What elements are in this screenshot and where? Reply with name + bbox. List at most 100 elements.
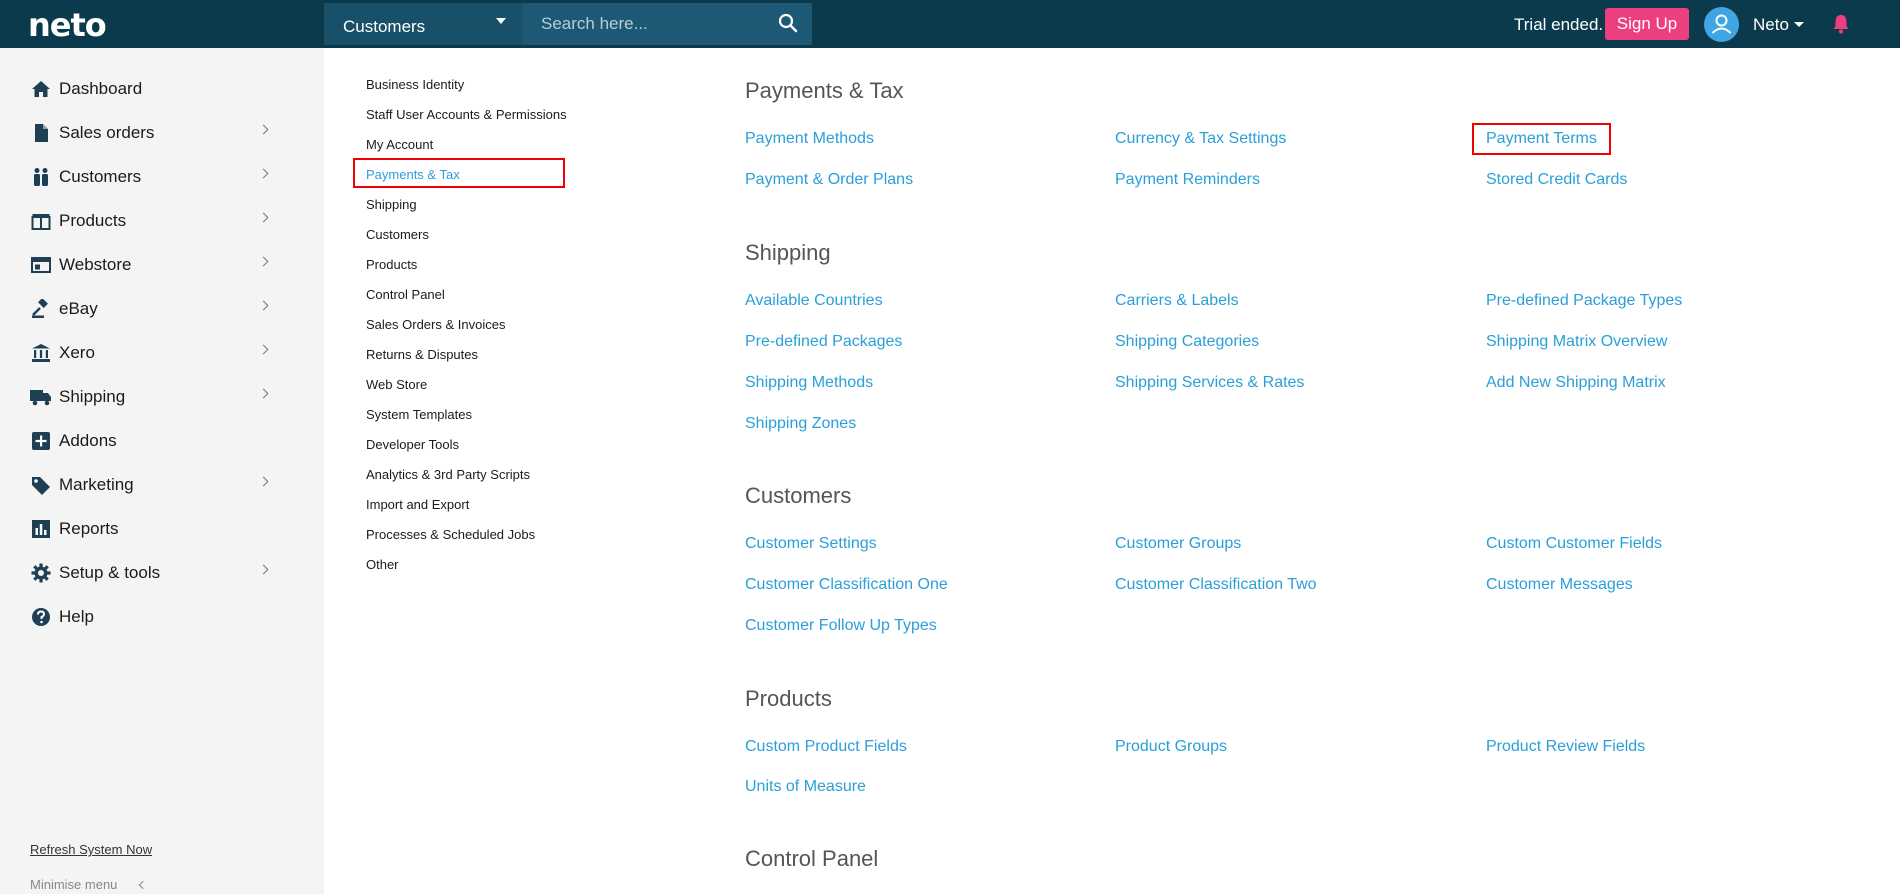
- sidebar-item-shipping[interactable]: Shipping: [30, 382, 280, 412]
- link-carriers-labels[interactable]: Carriers & Labels: [1115, 292, 1239, 310]
- link-payment-order-plans[interactable]: Payment & Order Plans: [745, 171, 913, 189]
- sidebar-item-addons[interactable]: Addons: [30, 426, 280, 456]
- chevron-right-icon: [258, 256, 269, 267]
- box-icon: [30, 210, 52, 232]
- sidebar-item-dashboard[interactable]: Dashboard: [30, 74, 280, 104]
- submenu-item-products[interactable]: Products: [366, 257, 417, 272]
- sign-up-button[interactable]: Sign Up: [1605, 8, 1689, 40]
- section-title-control-panel: Control Panel: [745, 846, 879, 871]
- chevron-right-icon: [258, 388, 269, 399]
- chevron-left-icon[interactable]: [138, 880, 148, 890]
- submenu-item-system-templates[interactable]: System Templates: [366, 407, 472, 422]
- bar-chart-icon: [30, 518, 52, 540]
- sidebar-item-ebay[interactable]: eBay: [30, 294, 280, 324]
- search-scope-dropdown[interactable]: Customers: [324, 3, 522, 45]
- link-predefined-packages[interactable]: Pre-defined Packages: [745, 333, 902, 351]
- sidebar-item-label: Webstore: [59, 255, 132, 274]
- sidebar-item-label: Help: [59, 607, 94, 626]
- trial-status: Trial ended.: [1514, 15, 1604, 34]
- sidebar-item-xero[interactable]: Xero: [30, 338, 280, 368]
- gavel-icon: [30, 298, 52, 320]
- chevron-right-icon: [258, 300, 269, 311]
- bank-icon: [30, 342, 52, 364]
- search-input[interactable]: [522, 3, 768, 45]
- sidebar-item-products[interactable]: Products: [30, 206, 280, 236]
- submenu-item-my-account[interactable]: My Account: [366, 137, 433, 152]
- link-predefined-package-types[interactable]: Pre-defined Package Types: [1486, 292, 1682, 310]
- sidebar-item-label: Reports: [59, 519, 119, 538]
- section-title-customers: Customers: [745, 483, 852, 508]
- sidebar-item-sales-orders[interactable]: Sales orders: [30, 118, 280, 148]
- link-customer-groups[interactable]: Customer Groups: [1115, 535, 1241, 553]
- submenu-item-other[interactable]: Other: [366, 557, 399, 572]
- link-shipping-zones[interactable]: Shipping Zones: [745, 415, 856, 433]
- search-icon[interactable]: [778, 13, 798, 33]
- section-title-shipping: Shipping: [745, 240, 831, 265]
- link-customer-classification-two[interactable]: Customer Classification Two: [1115, 576, 1317, 594]
- link-payment-reminders[interactable]: Payment Reminders: [1115, 171, 1260, 189]
- sidebar-item-customers[interactable]: Customers: [30, 162, 280, 192]
- submenu-item-analytics-scripts[interactable]: Analytics & 3rd Party Scripts: [366, 467, 530, 482]
- browser-icon: [30, 254, 52, 276]
- submenu-item-sales-orders-invoices[interactable]: Sales Orders & Invoices: [366, 317, 505, 332]
- refresh-system-link[interactable]: Refresh System Now: [30, 842, 152, 857]
- sidebar-item-help[interactable]: Help: [30, 602, 280, 632]
- link-custom-customer-fields[interactable]: Custom Customer Fields: [1486, 535, 1662, 553]
- submenu-item-payments-tax[interactable]: Payments & Tax: [366, 167, 460, 182]
- user-menu[interactable]: Neto: [1753, 15, 1789, 35]
- submenu-item-customers[interactable]: Customers: [366, 227, 429, 242]
- link-shipping-matrix-overview[interactable]: Shipping Matrix Overview: [1486, 333, 1667, 351]
- link-customer-follow-up-types[interactable]: Customer Follow Up Types: [745, 617, 937, 635]
- submenu-item-business-identity[interactable]: Business Identity: [366, 77, 464, 92]
- submenu-item-import-export[interactable]: Import and Export: [366, 497, 469, 512]
- link-add-shipping-matrix[interactable]: Add New Shipping Matrix: [1486, 374, 1666, 392]
- link-payment-terms[interactable]: Payment Terms: [1486, 130, 1597, 148]
- submenu-item-shipping[interactable]: Shipping: [366, 197, 417, 212]
- link-units-of-measure[interactable]: Units of Measure: [745, 778, 866, 796]
- section-title-products: Products: [745, 686, 832, 711]
- link-shipping-categories[interactable]: Shipping Categories: [1115, 333, 1259, 351]
- chevron-right-icon: [258, 476, 269, 487]
- bell-icon[interactable]: [1832, 14, 1850, 34]
- link-customer-settings[interactable]: Customer Settings: [745, 535, 877, 553]
- link-custom-product-fields[interactable]: Custom Product Fields: [745, 738, 907, 756]
- people-icon: [30, 166, 52, 188]
- sidebar-item-label: Shipping: [59, 387, 126, 406]
- submenu-item-developer-tools[interactable]: Developer Tools: [366, 437, 459, 452]
- minimise-menu-button[interactable]: Minimise menu: [30, 877, 117, 892]
- caret-down-icon: [1794, 22, 1804, 27]
- submenu-item-processes-jobs[interactable]: Processes & Scheduled Jobs: [366, 527, 535, 542]
- link-product-groups[interactable]: Product Groups: [1115, 738, 1227, 756]
- submenu-item-staff-accounts[interactable]: Staff User Accounts & Permissions: [366, 107, 567, 122]
- link-available-countries[interactable]: Available Countries: [745, 292, 883, 310]
- neto-logo[interactable]: neto: [28, 6, 107, 44]
- link-customer-messages[interactable]: Customer Messages: [1486, 576, 1633, 594]
- plus-square-icon: [30, 430, 52, 452]
- chevron-right-icon: [258, 212, 269, 223]
- link-shipping-services-rates[interactable]: Shipping Services & Rates: [1115, 374, 1304, 392]
- link-stored-credit-cards[interactable]: Stored Credit Cards: [1486, 171, 1627, 189]
- submenu-item-returns-disputes[interactable]: Returns & Disputes: [366, 347, 478, 362]
- chevron-right-icon: [258, 344, 269, 355]
- link-product-review-fields[interactable]: Product Review Fields: [1486, 738, 1645, 756]
- link-currency-tax-settings[interactable]: Currency & Tax Settings: [1115, 130, 1286, 148]
- submenu-item-web-store[interactable]: Web Store: [366, 377, 427, 392]
- sidebar-item-label: Dashboard: [59, 79, 143, 98]
- link-shipping-methods[interactable]: Shipping Methods: [745, 374, 873, 392]
- sidebar-item-webstore[interactable]: Webstore: [30, 250, 280, 280]
- chevron-right-icon: [258, 564, 269, 575]
- sidebar-item-label: Products: [59, 211, 127, 230]
- sidebar-item-setup-tools[interactable]: Setup & tools: [30, 558, 280, 588]
- sidebar-item-label: Xero: [59, 343, 95, 362]
- submenu-item-control-panel[interactable]: Control Panel: [366, 287, 445, 302]
- user-icon: [1711, 14, 1732, 34]
- sidebar-item-label: Marketing: [59, 475, 134, 494]
- top-bar: neto Customers Trial ended. Sign Up Neto: [0, 0, 1900, 48]
- link-payment-methods[interactable]: Payment Methods: [745, 130, 874, 148]
- link-customer-classification-one[interactable]: Customer Classification One: [745, 576, 948, 594]
- gear-icon: [30, 562, 52, 584]
- sidebar-item-reports[interactable]: Reports: [30, 514, 280, 544]
- sidebar-item-marketing[interactable]: Marketing: [30, 470, 280, 500]
- user-avatar[interactable]: [1704, 7, 1739, 42]
- document-icon: [30, 122, 52, 144]
